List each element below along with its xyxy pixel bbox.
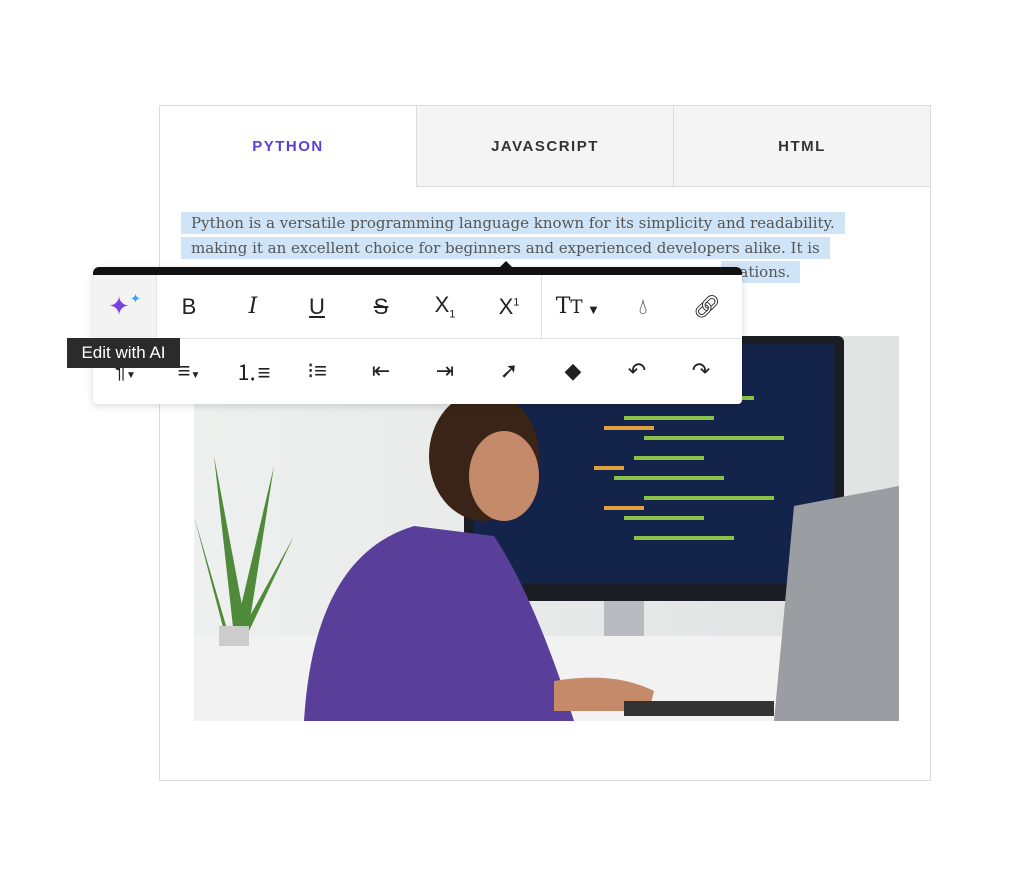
link-icon: 🔗︎ [693,293,721,319]
subscript-icon: X1 [434,292,456,321]
redo-icon: ↷ [691,358,711,383]
edit-with-ai-button[interactable]: ✦✦ [93,275,157,338]
bold-icon: B [181,293,197,319]
outdent-button[interactable]: ⇤ [349,339,413,403]
toolbar-row-1: ✦✦ B I U S X1 X1 TT ▼ 💧︎ 🔗︎ [93,275,742,339]
strikethrough-button[interactable]: S [349,275,413,338]
link-button[interactable]: 🔗︎ [675,275,739,338]
align-icon: ≡▼ [177,358,201,383]
tab-bar: PYTHON JAVASCRIPT HTML [160,106,930,187]
edit-with-ai-tooltip: Edit with AI [67,338,180,368]
underline-icon: U [309,293,325,319]
font-size-button[interactable]: TT ▼ [541,275,611,338]
text-line: making it an excellent choice for beginn… [181,236,830,259]
tab-html[interactable]: HTML [673,106,930,187]
toolbar-row-2: ¶▼ ≡▼ ⒈≡ ⁝≡ ⇤ ⇥ ➚ ◆ ↶ ↷ [93,339,742,403]
strikethrough-icon: S [373,293,389,319]
superscript-icon: X1 [498,293,520,319]
bold-button[interactable]: B [157,275,221,338]
editor-card: PYTHON JAVASCRIPT HTML Python is a versa… [159,105,931,781]
formatting-toolbar: ✦✦ B I U S X1 X1 TT ▼ 💧︎ 🔗︎ ¶▼ ≡▼ ⒈≡ ⁝≡ … [93,261,742,404]
eraser-icon: ◆ [564,358,582,383]
italic-button[interactable]: I [221,275,285,338]
ordered-list-icon: ⒈≡ [235,360,271,385]
italic-icon: I [248,294,258,319]
outdent-icon: ⇤ [371,358,391,383]
tab-javascript[interactable]: JAVASCRIPT [416,106,673,187]
color-icon: 💧︎ [638,293,648,319]
underline-button[interactable]: U [285,275,349,338]
indent-button[interactable]: ⇥ [413,339,477,403]
superscript-button[interactable]: X1 [477,275,541,338]
select-button[interactable]: ➚ [477,339,541,403]
sparkles-icon: ✦✦ [108,291,141,321]
font-size-icon: TT ▼ [555,294,598,319]
unordered-list-icon: ⁝≡ [307,358,327,383]
ordered-list-button[interactable]: ⒈≡ [221,339,285,403]
subscript-button[interactable]: X1 [413,275,477,338]
eraser-button[interactable]: ◆ [541,339,605,403]
indent-icon: ⇥ [435,358,455,383]
text-line: Python is a versatile programming langua… [181,212,845,234]
undo-icon: ↶ [627,358,647,383]
redo-button[interactable]: ↷ [669,339,733,403]
select-icon: ➚ [499,358,519,383]
color-button[interactable]: 💧︎ [611,275,675,338]
tab-python[interactable]: PYTHON [160,106,416,187]
unordered-list-button[interactable]: ⁝≡ [285,339,349,403]
toolbar-caret [500,261,512,267]
undo-button[interactable]: ↶ [605,339,669,403]
